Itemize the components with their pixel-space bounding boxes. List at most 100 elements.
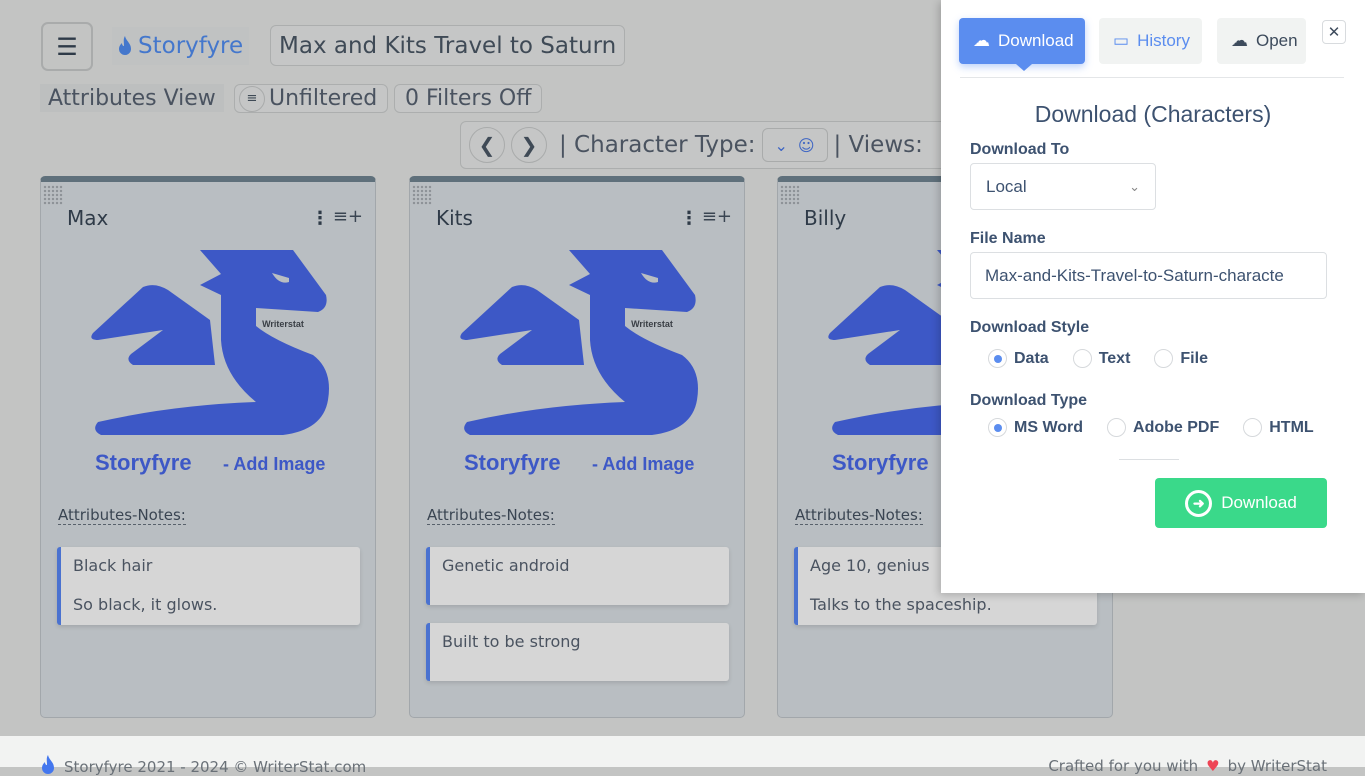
notes-label: Attributes-Notes: — [427, 506, 555, 525]
character-type-select[interactable]: ⌄ ☺ — [761, 128, 828, 162]
download-panel: ☁ Download ▭ History ☁ Open ✕ Download (Cha… — [941, 0, 1365, 593]
note-item[interactable]: Black hair So black, it glows. — [57, 547, 360, 625]
tab-history[interactable]: ▭ History — [1099, 18, 1202, 64]
add-image-text: - Add Image — [223, 454, 325, 474]
character-card[interactable]: Kits ⋮ ≡+ Writerstat Storyfyre - Add Ima… — [409, 176, 745, 718]
divider — [1119, 459, 1179, 460]
note-text: Black hair — [73, 556, 153, 575]
radio[interactable] — [1154, 349, 1174, 368]
flame-icon — [119, 36, 131, 55]
logo-brand-text: Storyfyre — [832, 450, 929, 475]
prev-button[interactable]: ❮ — [469, 127, 505, 163]
download-submit-button[interactable]: ➜ Download — [1155, 478, 1327, 528]
footer-crafted: Crafted for you with — [1048, 757, 1199, 775]
download-type-label: Download Type — [970, 392, 1088, 409]
character-type-label: | Character Type: — [559, 132, 756, 158]
close-icon: ✕ — [1327, 23, 1341, 41]
filter-count: 0 Filters Off — [405, 86, 532, 111]
download-type-group: MS Word Adobe PDF HTML — [988, 418, 1314, 437]
add-image-placeholder[interactable]: Writerstat Storyfyre - Add Image — [410, 230, 744, 490]
download-style-label: Download Style — [970, 319, 1090, 336]
cloud-upload-icon: ☁ — [1231, 31, 1248, 50]
radio-checked[interactable] — [988, 418, 1007, 437]
add-image-text: - Add Image — [592, 454, 694, 474]
close-button[interactable]: ✕ — [1322, 20, 1346, 44]
card-name: Kits — [436, 206, 473, 230]
footer: Storyfyre 2021 - 2024 © WriterStat.com C… — [0, 736, 1365, 776]
panel-heading: Download (Characters) — [1034, 101, 1272, 127]
type-radio-ms-word[interactable]: MS Word — [988, 418, 1083, 437]
face-icon: ☺ — [797, 135, 815, 155]
heart-icon: ♥ — [1206, 757, 1220, 775]
tab-download[interactable]: ☁ Download — [959, 18, 1085, 64]
note-item[interactable]: Built to be strong — [426, 623, 729, 681]
divider — [960, 77, 1344, 78]
card-name: Billy — [804, 206, 847, 230]
style-radio-text[interactable]: Text — [1072, 349, 1131, 368]
character-card[interactable]: Max ⋮ ≡+ Writerstat Storyfyre - Add Imag… — [40, 176, 376, 718]
radio-label: File — [1180, 349, 1208, 367]
flame-icon — [42, 755, 54, 774]
dragon-wing — [828, 285, 952, 365]
radio[interactable] — [1107, 418, 1127, 437]
file-name-input[interactable] — [970, 252, 1327, 299]
views-label: | Views: — [833, 132, 923, 158]
active-tab-pointer — [1016, 64, 1032, 71]
note-text: So black, it glows. — [73, 595, 218, 614]
type-radio-html[interactable]: HTML — [1243, 418, 1314, 437]
add-list-icon[interactable]: ≡+ — [702, 206, 732, 227]
radio[interactable] — [1072, 349, 1092, 368]
hamburger-icon: ☰ — [56, 32, 78, 61]
chevron-down-icon: ⌄ — [774, 135, 788, 155]
style-radio-data[interactable]: Data — [988, 349, 1049, 368]
card-name: Max — [67, 206, 109, 230]
next-button[interactable]: ❯ — [511, 127, 547, 163]
file-name-label: File Name — [970, 230, 1046, 247]
add-image-placeholder[interactable]: Writerstat Storyfyre - Add Image — [41, 230, 375, 490]
brand-link[interactable]: Storyfyre — [112, 27, 250, 65]
radio-label: Text — [1098, 349, 1131, 367]
dragon-wing — [460, 285, 584, 365]
drag-handle-icon[interactable] — [412, 185, 432, 205]
drag-handle-icon[interactable] — [43, 185, 63, 205]
notes-label: Attributes-Notes: — [795, 506, 923, 525]
logo-brand-text: Storyfyre — [464, 450, 561, 475]
filter-icon: ≡ — [239, 85, 265, 112]
notes-label: Attributes-Notes: — [58, 506, 186, 525]
chevron-down-icon: ⌄ — [1129, 178, 1140, 194]
type-radio-adobe-pdf[interactable]: Adobe PDF — [1107, 418, 1219, 437]
note-text: Genetic android — [442, 556, 570, 575]
arrow-right-circle-icon: ➜ — [1185, 489, 1213, 517]
view-label: Attributes View — [40, 84, 224, 112]
more-options-icon[interactable]: ⋮ — [311, 208, 329, 229]
logo-mark-text: Writerstat — [262, 319, 304, 329]
project-title: Max and Kits Travel to Saturn — [279, 32, 617, 59]
more-options-icon[interactable]: ⋮ — [680, 208, 698, 229]
project-title-button[interactable]: Max and Kits Travel to Saturn — [270, 25, 626, 66]
brand-name: Storyfyre — [138, 33, 244, 59]
radio[interactable] — [1243, 418, 1263, 437]
filter-state: Unfiltered — [269, 86, 378, 111]
footer-by: by WriterStat — [1227, 757, 1327, 775]
radio-checked[interactable] — [988, 349, 1007, 368]
radio-label: HTML — [1269, 418, 1314, 436]
drag-handle-icon[interactable] — [780, 185, 800, 205]
style-radio-file[interactable]: File — [1154, 349, 1208, 368]
note-item[interactable]: Genetic android — [426, 547, 729, 605]
download-to-value: Local — [986, 176, 1027, 196]
tab-label: History — [1137, 31, 1190, 50]
download-to-select[interactable]: Local ⌄ — [970, 163, 1156, 210]
layers-icon: ▭ — [1113, 31, 1130, 50]
cloud-download-icon: ☁ — [973, 31, 990, 50]
download-style-group: Data Text File — [988, 349, 1208, 368]
menu-button[interactable]: ☰ — [41, 22, 93, 71]
filters-off-button[interactable]: 0 Filters Off — [394, 84, 543, 113]
tab-open[interactable]: ☁ Open — [1217, 18, 1306, 64]
add-list-icon[interactable]: ≡+ — [333, 206, 363, 227]
note-text: Built to be strong — [442, 632, 581, 651]
submit-label: Download — [1221, 493, 1297, 512]
radio-label: Data — [1014, 349, 1049, 367]
dragon-wing — [91, 285, 215, 365]
filter-button[interactable]: ≡ Unfiltered — [234, 84, 389, 113]
download-to-label: Download To — [970, 141, 1070, 158]
